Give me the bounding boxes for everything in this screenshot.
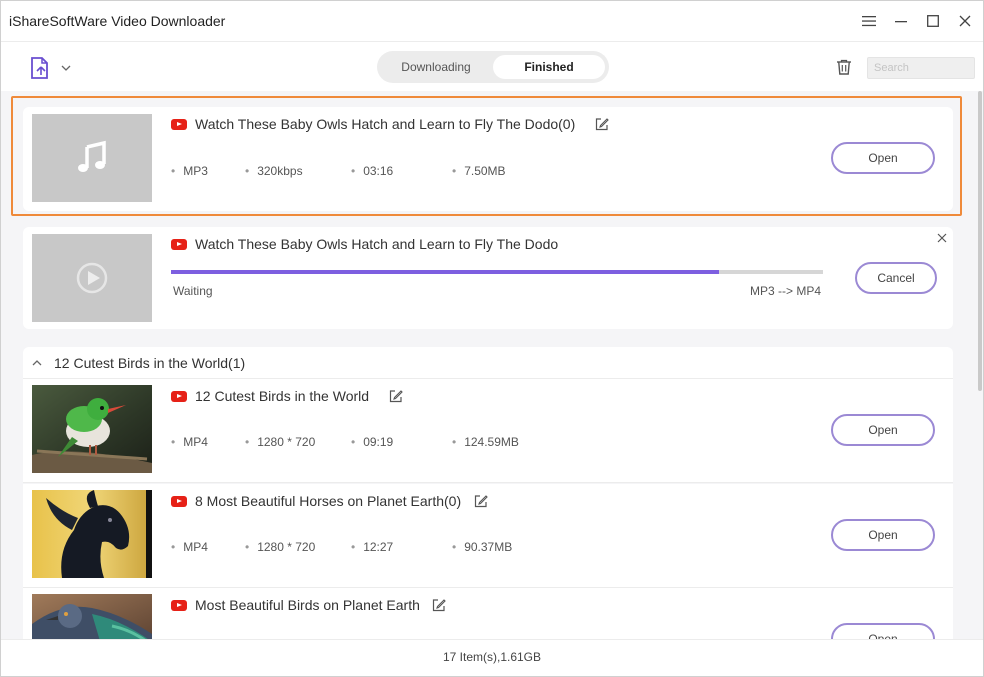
hamburger-icon[interactable]: [857, 9, 881, 33]
status-text: Waiting: [173, 284, 213, 298]
open-button[interactable]: Open: [831, 519, 935, 551]
open-button[interactable]: Open: [831, 414, 935, 446]
thumbnail-horse: [32, 490, 152, 578]
list-item[interactable]: 12 Cutest Birds in the World MP4 1280 * …: [23, 379, 953, 483]
trash-icon[interactable]: [835, 58, 855, 78]
bitrate: 320kbps: [245, 164, 302, 178]
file-size: 90.37MB: [452, 540, 512, 554]
thumbnail-bird: [32, 385, 152, 473]
group-header[interactable]: 12 Cutest Birds in the World(1): [23, 347, 953, 379]
file-size: 124.59MB: [452, 435, 519, 449]
video-title: 8 Most Beautiful Horses on Planet Earth(…: [195, 493, 462, 509]
video-title: Watch These Baby Owls Hatch and Learn to…: [195, 116, 576, 132]
open-button[interactable]: Open: [831, 623, 935, 639]
video-title: Most Beautiful Birds on Planet Earth: [195, 597, 420, 613]
youtube-icon: [171, 391, 187, 402]
item-summary: 17 Item(s),1.61GB: [442, 650, 542, 664]
status-bar: 17 Item(s),1.61GB: [1, 639, 983, 676]
youtube-icon: [171, 119, 187, 130]
app-window: iShareSoftWare Video Downloader Download…: [0, 0, 984, 677]
thumbnail-pigeon: [32, 594, 152, 639]
edit-icon[interactable]: [389, 389, 403, 403]
tab-downloading[interactable]: Downloading: [383, 55, 489, 79]
cancel-button[interactable]: Cancel: [855, 262, 937, 294]
video-title: Watch These Baby Owls Hatch and Learn to…: [195, 236, 559, 252]
add-file-button[interactable]: [29, 56, 73, 80]
close-icon[interactable]: [953, 9, 977, 33]
title-bar: iShareSoftWare Video Downloader: [1, 1, 983, 41]
app-title: iShareSoftWare Video Downloader: [9, 13, 226, 29]
scrollbar-thumb[interactable]: [978, 91, 982, 391]
youtube-icon: [171, 239, 187, 250]
progress-fill: [171, 270, 719, 274]
file-size: 7.50MB: [452, 164, 505, 178]
resolution: 1280 * 720: [245, 435, 315, 449]
open-button[interactable]: Open: [831, 142, 935, 174]
resolution: 1280 * 720: [245, 540, 315, 554]
conversion-progress: [171, 270, 823, 274]
duration: 03:16: [351, 164, 393, 178]
video-play-icon: [76, 262, 108, 294]
youtube-icon: [171, 600, 187, 611]
edit-icon[interactable]: [474, 494, 488, 508]
add-file-icon: [31, 57, 48, 79]
view-toggle: Downloading Finished: [377, 51, 609, 83]
remove-icon[interactable]: [937, 233, 947, 243]
conversion-format: MP3 --> MP4: [750, 284, 822, 298]
edit-icon[interactable]: [595, 117, 609, 131]
maximize-icon[interactable]: [921, 9, 945, 33]
minimize-icon[interactable]: [889, 9, 913, 33]
list-item[interactable]: Watch These Baby Owls Hatch and Learn to…: [23, 107, 953, 211]
list-item[interactable]: 8 Most Beautiful Horses on Planet Earth(…: [23, 484, 953, 588]
converting-item[interactable]: Watch These Baby Owls Hatch and Learn to…: [23, 227, 953, 329]
format: MP4: [171, 540, 208, 554]
chevron-down-icon[interactable]: [61, 64, 71, 72]
tab-finished[interactable]: Finished: [493, 55, 605, 79]
scrollbar[interactable]: [977, 91, 983, 639]
group-title: 12 Cutest Birds in the World(1): [54, 355, 246, 371]
finished-list: Watch These Baby Owls Hatch and Learn to…: [1, 91, 983, 639]
thumbnail: [32, 114, 152, 202]
music-note-icon: [78, 140, 106, 172]
edit-icon[interactable]: [432, 598, 446, 612]
search-input[interactable]: [867, 57, 975, 79]
format: MP3: [171, 164, 208, 178]
youtube-icon: [171, 496, 187, 507]
duration: 12:27: [351, 540, 393, 554]
thumbnail: [32, 234, 152, 322]
toolbar: Downloading Finished: [1, 41, 983, 91]
video-title: 12 Cutest Birds in the World: [195, 388, 370, 404]
list-item[interactable]: Most Beautiful Birds on Planet Earth Ope…: [23, 588, 953, 639]
chevron-up-icon[interactable]: [31, 357, 43, 369]
duration: 09:19: [351, 435, 393, 449]
format: MP4: [171, 435, 208, 449]
